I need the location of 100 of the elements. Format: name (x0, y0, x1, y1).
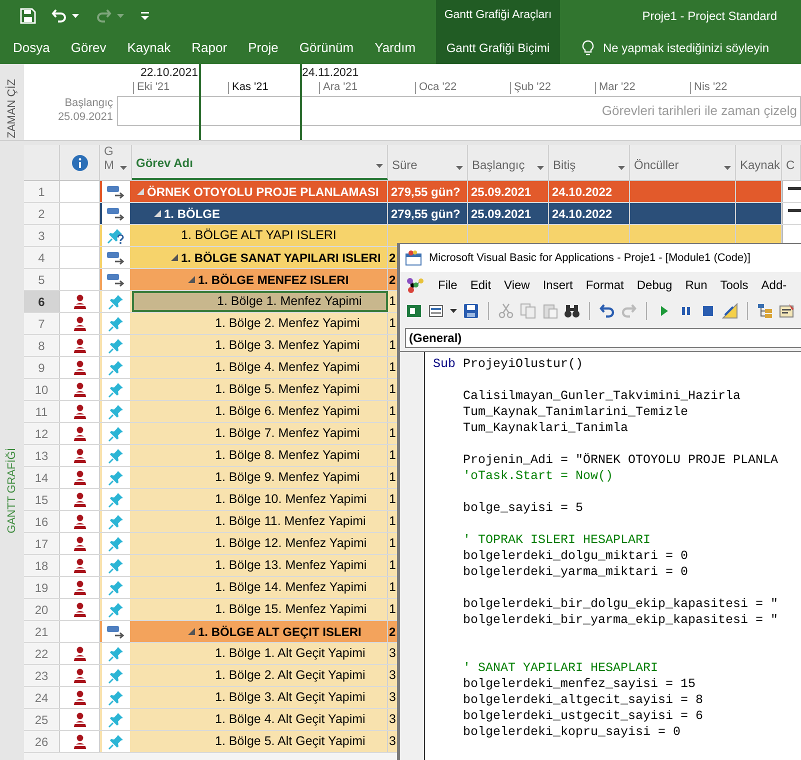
menu-item[interactable]: Tools (720, 276, 748, 294)
table-cell: 25.09.2021 (468, 203, 549, 224)
expand-icon[interactable] (188, 276, 195, 283)
caret-icon[interactable] (120, 166, 127, 170)
table-cell: 1 (388, 401, 397, 422)
task-name-cell[interactable]: 1. Bölge 6. Menfez Yapimi (132, 401, 388, 422)
pushpin-icon (108, 426, 124, 442)
task-name-cell[interactable]: 1. BÖLGE ALT YAPI ISLERI (132, 225, 388, 246)
expand-icon[interactable] (154, 210, 161, 217)
task-name: 1. Bölge 2. Menfez Yapimi (215, 315, 360, 332)
task-name-cell[interactable]: 1. Bölge 12. Menfez Yapimi (132, 533, 388, 554)
menu-item[interactable]: Insert (542, 276, 573, 294)
menu-item[interactable]: Run (685, 276, 708, 294)
task-name-cell[interactable]: 1. BÖLGE MENFEZ ISLERI (132, 269, 388, 290)
month-label: Şub '22 (514, 81, 551, 94)
pushpin-icon (108, 360, 124, 376)
menu-item[interactable]: File (438, 276, 458, 294)
pushpin-icon (108, 580, 124, 596)
ribbon-tab[interactable]: Yardım (374, 34, 416, 62)
caret-icon[interactable] (376, 164, 383, 168)
task-name-cell[interactable]: 1. Bölge 10. Menfez Yapimi (132, 489, 388, 510)
undo-icon[interactable] (599, 303, 615, 319)
ribbon-tab[interactable]: Gantt Grafiği Biçimi (446, 32, 550, 64)
ribbon-tab[interactable]: Proje (248, 34, 278, 62)
lightbulb-icon[interactable] (582, 40, 594, 56)
column-header[interactable]: Kaynak (740, 156, 780, 174)
task-name-cell[interactable]: 1. Bölge 2. Alt Geçit Yapimi (132, 665, 388, 686)
application-icon[interactable] (406, 303, 422, 319)
task-name-cell[interactable]: 1. Bölge 9. Menfez Yapimi (132, 467, 388, 488)
bar-arrow-icon (107, 250, 125, 264)
menu-item[interactable]: Add- (761, 276, 787, 294)
menu-item[interactable]: View (504, 276, 530, 294)
person-icon (72, 712, 86, 727)
ribbon-tab[interactable]: Görev (70, 34, 106, 62)
task-name-cell[interactable]: 1. Bölge 3. Alt Geçit Yapimi (132, 687, 388, 708)
expand-icon[interactable] (188, 628, 195, 635)
task-name-cell[interactable]: 1. Bölge 2. Menfez Yapimi (132, 313, 388, 334)
task-name-cell[interactable]: 1. Bölge 11. Menfez Yapimi (132, 511, 388, 532)
ruler-icon[interactable] (722, 303, 738, 319)
column-header[interactable]: Başlangıç (472, 156, 525, 174)
task-name-cell[interactable]: 1. Bölge 14. Menfez Yapimi (132, 577, 388, 598)
column-header[interactable]: Öncüller (634, 156, 679, 174)
task-name-cell[interactable]: 1. BÖLGE ALT GEÇIT ISLERI (132, 621, 388, 642)
task-name-cell[interactable]: ÖRNEK OTOYOLU PROJE PLANLAMASI (132, 181, 388, 202)
menu-item[interactable]: Edit (470, 276, 492, 294)
person-icon (72, 558, 86, 573)
task-name-cell[interactable]: 1. Bölge 5. Menfez Yapimi (132, 379, 388, 400)
task-name-cell[interactable]: 1. BÖLGE (132, 203, 388, 224)
code-line: bolgelerdeki_dolgu_miktari = 0 (463, 548, 688, 564)
pushpin-icon (108, 404, 124, 420)
tree-icon[interactable] (757, 303, 773, 319)
caret-icon[interactable] (724, 166, 731, 170)
task-name-cell[interactable]: 1. Bölge 15. Menfez Yapimi (132, 599, 388, 620)
expand-icon[interactable] (137, 188, 144, 195)
task-name-cell[interactable]: 1. BÖLGE SANAT YAPILARI ISLERI (132, 247, 388, 268)
table-cell: 1 (388, 445, 397, 466)
card-icon[interactable] (779, 303, 795, 319)
save-icon[interactable] (20, 8, 36, 24)
menu-item[interactable]: Debug (636, 276, 672, 294)
task-name: 1. Bölge 1. Menfez Yapimi (217, 293, 362, 310)
ribbon-tab[interactable]: Görünüm (299, 34, 354, 62)
code-line: bolgelerdeki_bir_yarma_ekip_kapasitesi = " (463, 612, 778, 628)
stop-icon[interactable] (700, 303, 716, 319)
task-name: 1. BÖLGE (164, 206, 220, 222)
task-name-cell[interactable]: 1. Bölge 3. Menfez Yapimi (132, 335, 388, 356)
ribbon-tab[interactable]: Rapor (192, 34, 228, 62)
search-prompt[interactable]: Ne yapmak istediğinizi söyleyin (603, 39, 770, 57)
caret-icon[interactable] (456, 166, 463, 170)
task-name-cell[interactable]: 1. Bölge 1. Menfez Yapimi (132, 291, 388, 312)
task-name-cell[interactable]: 1. Bölge 13. Menfez Yapimi (132, 555, 388, 576)
task-name-cell[interactable]: 1. Bölge 8. Menfez Yapimi (132, 445, 388, 466)
customize-icon[interactable] (141, 12, 149, 20)
caret-icon[interactable] (450, 309, 457, 313)
menu-item[interactable]: Format (586, 276, 624, 294)
caret-icon[interactable] (618, 166, 625, 170)
ribbon-tab[interactable]: Dosya (13, 34, 50, 62)
caret-icon[interactable] (72, 14, 79, 18)
task-name-cell[interactable]: 1. Bölge 1. Alt Geçit Yapimi (132, 643, 388, 664)
save-icon[interactable] (463, 303, 479, 319)
row-number[interactable]: 6 (24, 291, 60, 312)
table-cell: 1 (388, 489, 397, 510)
form-icon[interactable] (428, 303, 444, 319)
column-header[interactable]: Görev Adı (136, 154, 193, 172)
column-header[interactable]: G M (104, 144, 116, 174)
task-name-cell[interactable]: 1. Bölge 5. Alt Geçit Yapimi (132, 731, 388, 752)
task-name-cell[interactable]: 1. Bölge 4. Menfez Yapimi (132, 357, 388, 378)
table-cell: 1 (388, 423, 397, 444)
column-header[interactable]: Süre (392, 156, 418, 174)
ribbon-tab[interactable]: Kaynak (127, 34, 171, 62)
binoculars-icon[interactable] (564, 303, 580, 319)
pushpin-question-icon (107, 228, 125, 244)
task-name-cell[interactable]: 1. Bölge 7. Menfez Yapimi (132, 423, 388, 444)
task-name-cell[interactable]: 1. Bölge 4. Alt Geçit Yapimi (132, 709, 388, 730)
caret-icon[interactable] (537, 166, 544, 170)
column-header[interactable]: C (786, 156, 795, 174)
object-dropdown[interactable]: (General) (405, 328, 801, 348)
column-header[interactable]: Bitiş (553, 156, 576, 174)
expand-icon[interactable] (171, 254, 178, 261)
window-title: Microsoft Visual Basic for Applications - Proje1 - [Module1 (Code)] (429, 250, 750, 266)
cluster-icon[interactable] (405, 276, 425, 294)
